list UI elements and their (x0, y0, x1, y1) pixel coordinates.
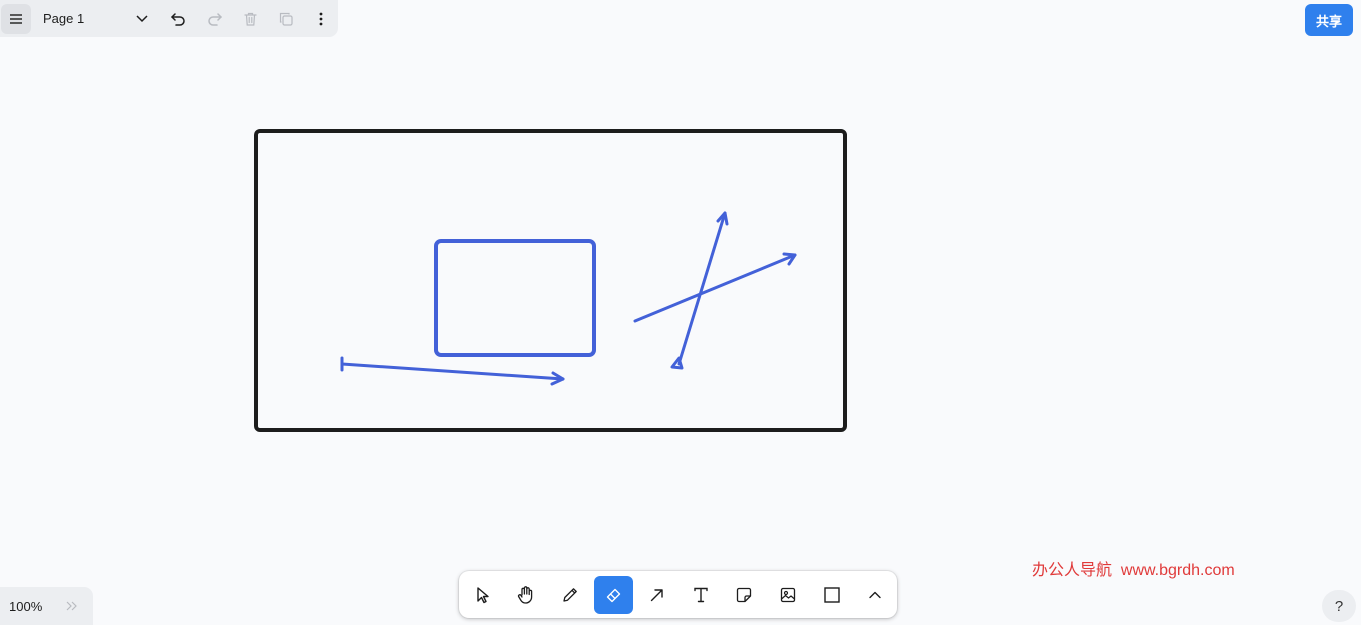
drawing-canvas[interactable] (0, 0, 1361, 625)
undo-button[interactable] (163, 4, 193, 34)
eraser-tool[interactable] (593, 575, 634, 614)
help-button[interactable]: ? (1322, 590, 1356, 622)
note-tool[interactable] (723, 576, 767, 614)
duplicate-button[interactable] (271, 4, 301, 34)
arrow-icon (651, 588, 663, 601)
hand-icon (518, 585, 533, 604)
page-name-label[interactable]: Page 1 (43, 11, 123, 26)
share-button[interactable]: 共享 (1305, 4, 1353, 36)
top-toolbar: Page 1 (0, 0, 338, 37)
more-tools-button[interactable] (853, 576, 897, 614)
tools-toolbar (459, 571, 897, 618)
image-tool[interactable] (766, 576, 810, 614)
rectangle-icon (823, 586, 840, 603)
rectangle-tool[interactable] (810, 576, 854, 614)
more-options-button[interactable] (306, 4, 336, 34)
select-tool[interactable] (461, 576, 505, 614)
page-dropdown-button[interactable] (127, 4, 157, 34)
duplicate-icon (279, 12, 293, 26)
zoom-level[interactable]: 100% (9, 599, 59, 614)
pencil-icon (563, 587, 577, 602)
draw-tool[interactable] (548, 576, 592, 614)
hand-tool[interactable] (505, 576, 549, 614)
hamburger-icon (10, 13, 22, 24)
text-icon (694, 587, 708, 602)
trash-icon (243, 12, 257, 26)
more-vertical-icon (319, 12, 323, 25)
select-icon (477, 586, 489, 603)
arrow-shape-3[interactable] (670, 211, 729, 370)
frame-rectangle[interactable] (254, 129, 847, 432)
arrow-shape-2[interactable] (633, 252, 797, 323)
blue-rectangle[interactable] (434, 239, 596, 357)
menu-button[interactable] (1, 3, 31, 34)
note-icon (737, 587, 752, 602)
expand-minimap-icon[interactable] (66, 601, 78, 611)
eraser-icon (606, 588, 620, 602)
zoom-panel: 100% (0, 587, 93, 625)
redo-button[interactable] (199, 4, 229, 34)
chevron-up-icon (869, 591, 881, 598)
watermark-text: 办公人导航 www.bgrdh.com (1032, 562, 1235, 579)
delete-button[interactable] (235, 4, 265, 34)
arrow-tool[interactable] (635, 576, 679, 614)
image-icon (780, 587, 796, 602)
redo-icon (207, 12, 222, 26)
undo-icon (170, 12, 185, 26)
chevron-down-icon (136, 14, 148, 22)
arrow-shape-1[interactable] (340, 356, 565, 386)
text-tool[interactable] (679, 576, 723, 614)
